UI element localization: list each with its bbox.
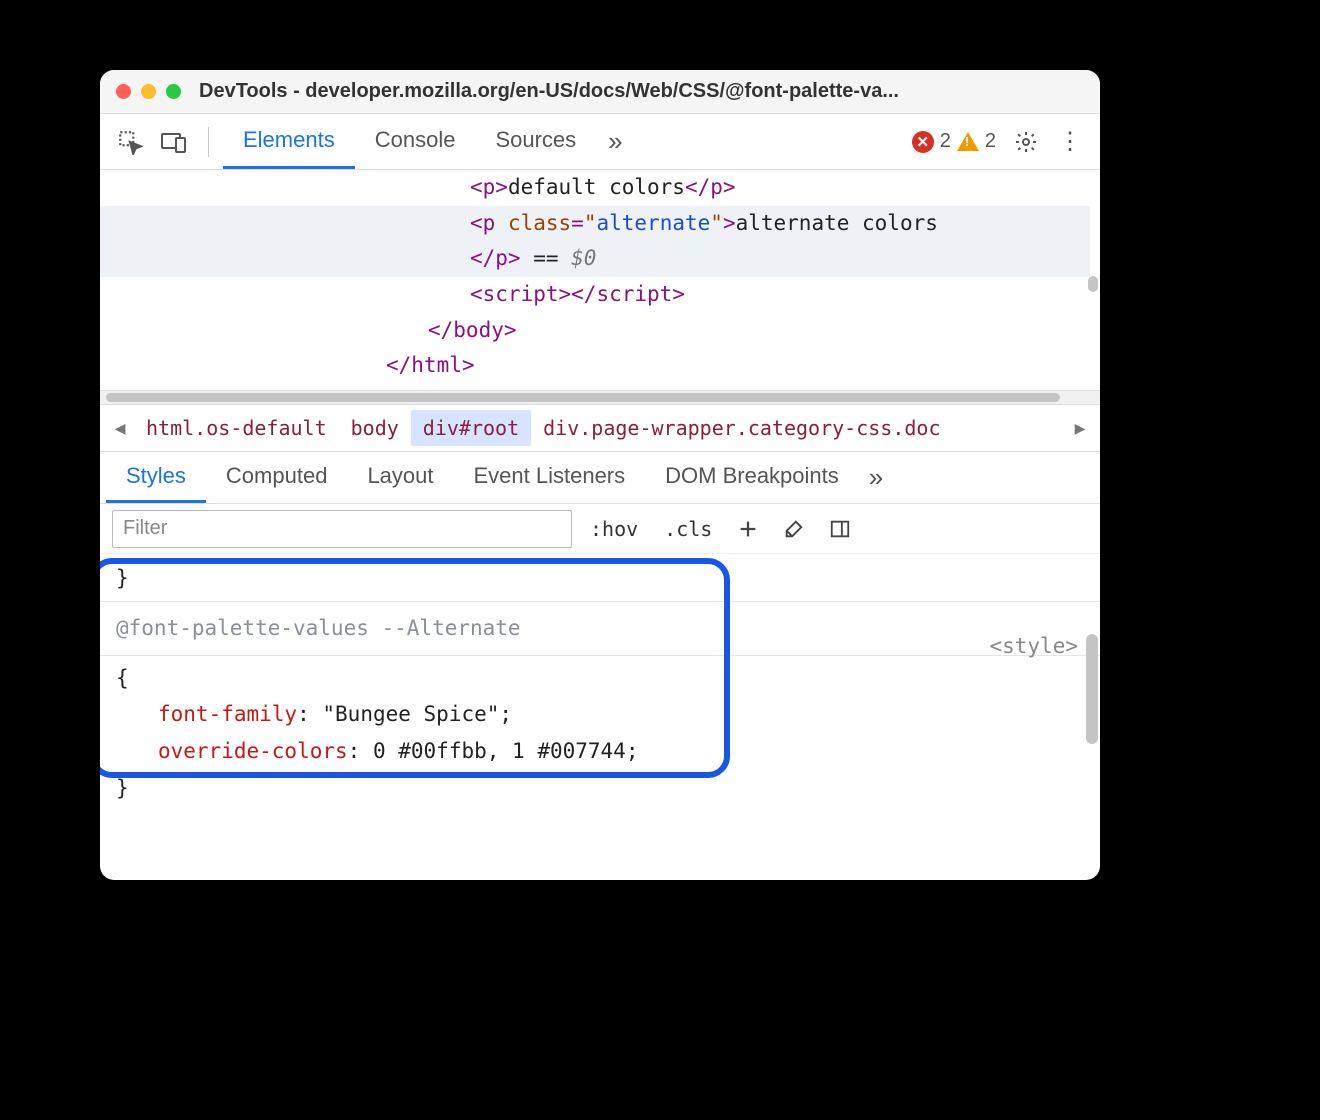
dom-tree-panel[interactable]: <p>default colors</p> <p class="alternat… xyxy=(100,170,1100,390)
breadcrumb-scroll-left-icon[interactable]: ◀ xyxy=(106,418,134,439)
dom-horizontal-scrollbar[interactable] xyxy=(100,390,1100,404)
error-count: 2 xyxy=(940,130,951,153)
rule-close-brace: } xyxy=(116,770,1084,807)
styles-vertical-scrollbar[interactable] xyxy=(1086,594,1098,754)
breadcrumb-item[interactable]: div.page-wrapper.category-css.doc xyxy=(531,410,1066,446)
subtab-event-listeners[interactable]: Event Listeners xyxy=(454,452,646,503)
toolbar-divider xyxy=(208,127,209,157)
rule-open-brace: { xyxy=(116,660,1084,697)
styles-subtabs: Styles Computed Layout Event Listeners D… xyxy=(100,452,1100,504)
tab-sources[interactable]: Sources xyxy=(475,114,596,169)
breadcrumb-item[interactable]: body xyxy=(339,410,411,446)
breadcrumb-item-selected[interactable]: div#root xyxy=(411,410,531,446)
cls-toggle[interactable]: .cls xyxy=(656,517,720,541)
hov-toggle[interactable]: :hov xyxy=(582,517,646,541)
styles-filter-row: :hov .cls xyxy=(100,504,1100,554)
styles-filter-input[interactable] xyxy=(112,510,572,548)
main-toolbar: Elements Console Sources » ✕ 2 2 ⋮ xyxy=(100,114,1100,170)
computed-sidebar-toggle-icon[interactable] xyxy=(822,511,858,547)
dom-breadcrumb: ◀ html.os-default body div#root div.page… xyxy=(100,404,1100,452)
inspect-element-icon[interactable] xyxy=(110,122,150,162)
warning-count: 2 xyxy=(985,130,996,153)
rule-close-brace: } xyxy=(116,560,1084,597)
tab-elements[interactable]: Elements xyxy=(223,114,355,169)
dom-node[interactable]: </body> xyxy=(428,313,1090,349)
more-menu-icon[interactable]: ⋮ xyxy=(1050,127,1090,156)
rule-source-link[interactable]: <style> xyxy=(989,628,1078,665)
devtools-window: DevTools - developer.mozilla.org/en-US/d… xyxy=(100,70,1100,880)
maximize-window-button[interactable] xyxy=(166,84,181,99)
css-declaration[interactable]: font-family: "Bungee Spice"; xyxy=(116,696,1084,733)
breadcrumb-item[interactable]: html.os-default xyxy=(134,410,339,446)
paintbrush-icon[interactable] xyxy=(776,511,812,547)
dom-vertical-scrollbar[interactable] xyxy=(1088,176,1098,336)
dom-node-selected[interactable]: <p class="alternate">alternate colors </… xyxy=(100,206,1090,277)
breadcrumb-scroll-right-icon[interactable]: ▶ xyxy=(1066,418,1094,439)
css-declaration[interactable]: override-colors: 0 #00ffbb, 1 #007744; xyxy=(116,733,1084,770)
tab-console[interactable]: Console xyxy=(355,114,476,169)
subtabs-overflow-icon[interactable]: » xyxy=(859,462,893,493)
titlebar: DevTools - developer.mozilla.org/en-US/d… xyxy=(100,70,1100,114)
subtab-layout[interactable]: Layout xyxy=(347,452,453,503)
dom-node[interactable]: </html> xyxy=(386,348,1090,384)
minimize-window-button[interactable] xyxy=(141,84,156,99)
dom-node[interactable]: <p>default colors</p> xyxy=(470,170,1090,206)
device-toolbar-icon[interactable] xyxy=(154,122,194,162)
traffic-lights xyxy=(116,84,181,99)
error-icon: ✕ xyxy=(912,131,934,153)
tabs-overflow-icon[interactable]: » xyxy=(600,126,630,157)
subtab-computed[interactable]: Computed xyxy=(206,452,348,503)
warning-icon xyxy=(957,132,979,151)
new-style-rule-icon[interactable] xyxy=(730,511,766,547)
css-rule-selector[interactable]: @font-palette-values --Alternate xyxy=(116,606,1084,651)
window-title: DevTools - developer.mozilla.org/en-US/d… xyxy=(199,80,899,103)
dom-node[interactable]: <script></script> xyxy=(470,277,1090,313)
error-warning-status[interactable]: ✕ 2 2 xyxy=(898,130,1002,153)
styles-content[interactable]: } @font-palette-values --Alternate <styl… xyxy=(100,554,1100,880)
settings-icon[interactable] xyxy=(1006,130,1046,154)
subtab-styles[interactable]: Styles xyxy=(106,452,206,503)
panel-tabs: Elements Console Sources xyxy=(223,114,596,169)
close-window-button[interactable] xyxy=(116,84,131,99)
subtab-dom-breakpoints[interactable]: DOM Breakpoints xyxy=(645,452,859,503)
